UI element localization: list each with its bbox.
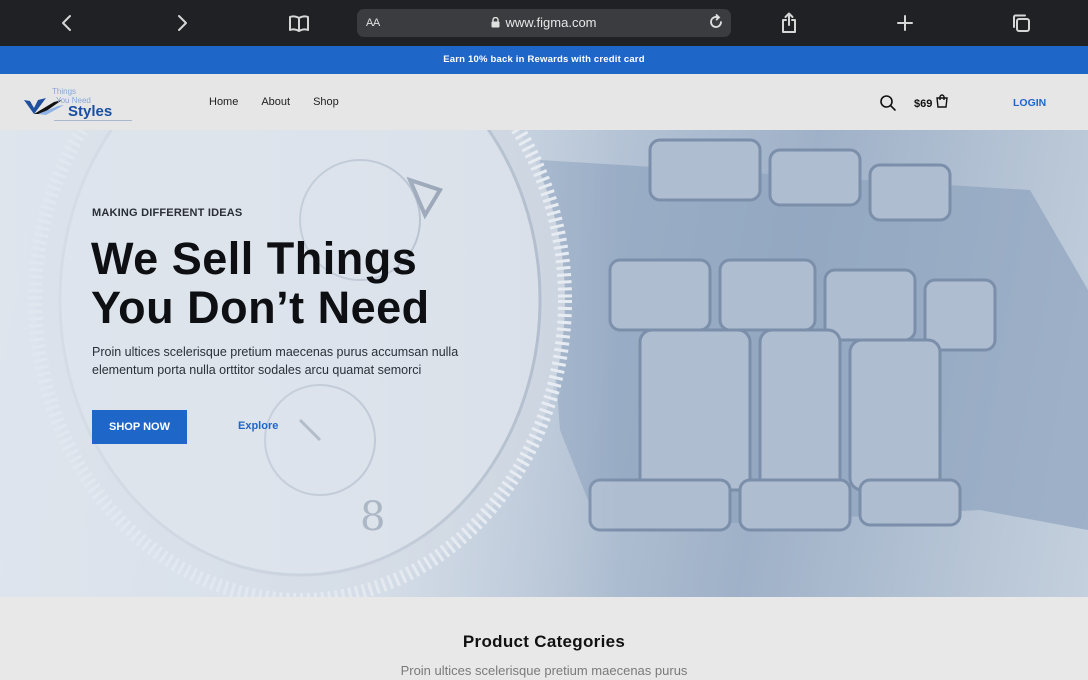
main-nav: Home About Shop xyxy=(209,96,362,108)
shop-now-button[interactable]: SHOP NOW xyxy=(92,410,187,444)
explore-link[interactable]: Explore xyxy=(238,420,278,432)
nav-shop[interactable]: Shop xyxy=(313,96,339,108)
address-bar[interactable]: AA www.figma.com xyxy=(357,9,731,37)
forward-icon[interactable] xyxy=(167,8,197,38)
url-text: www.figma.com xyxy=(505,15,597,30)
promo-banner: Earn 10% back in Rewards with credit car… xyxy=(0,46,1088,74)
product-categories-section: Product Categories Proin ultices sceleri… xyxy=(0,597,1088,680)
logo-wordmark: Styles xyxy=(68,103,113,120)
share-icon[interactable] xyxy=(774,8,804,38)
cart-price: $69 xyxy=(914,97,933,110)
nav-home[interactable]: Home xyxy=(209,96,238,108)
back-icon[interactable] xyxy=(52,8,82,38)
bookmarks-icon[interactable] xyxy=(284,8,314,38)
hero-headline: We Sell Things You Don’t Need xyxy=(91,234,430,332)
cart-icon xyxy=(935,94,949,113)
section-subtitle: Proin ultices scelerisque pretium maecen… xyxy=(400,663,688,678)
login-link[interactable]: LOGIN xyxy=(1013,97,1046,109)
section-title: Product Categories xyxy=(462,632,626,651)
nav-about[interactable]: About xyxy=(261,96,290,108)
hero-section: 8 MAKING DIFFERENT IDEAS We Sell Things … xyxy=(0,130,1088,597)
reload-icon[interactable] xyxy=(707,13,725,34)
tabs-icon[interactable] xyxy=(1006,8,1036,38)
headline-line-2: You Don’t Need xyxy=(91,282,430,333)
search-icon[interactable] xyxy=(879,94,897,117)
browser-toolbar: AA www.figma.com xyxy=(0,0,1088,46)
new-tab-icon[interactable] xyxy=(890,8,920,38)
logo[interactable]: Things You Need Styles xyxy=(24,84,134,122)
logo-underline xyxy=(54,120,132,121)
hero-eyebrow: MAKING DIFFERENT IDEAS xyxy=(92,207,243,219)
lock-icon xyxy=(491,16,500,31)
cart-button[interactable]: $69 xyxy=(914,94,949,113)
headline-line-1: We Sell Things xyxy=(91,233,418,284)
hero-subtext: Proin ultices scelerisque pretium maecen… xyxy=(92,345,459,377)
site-header: Things You Need Styles Home About Shop $6… xyxy=(0,74,1088,130)
